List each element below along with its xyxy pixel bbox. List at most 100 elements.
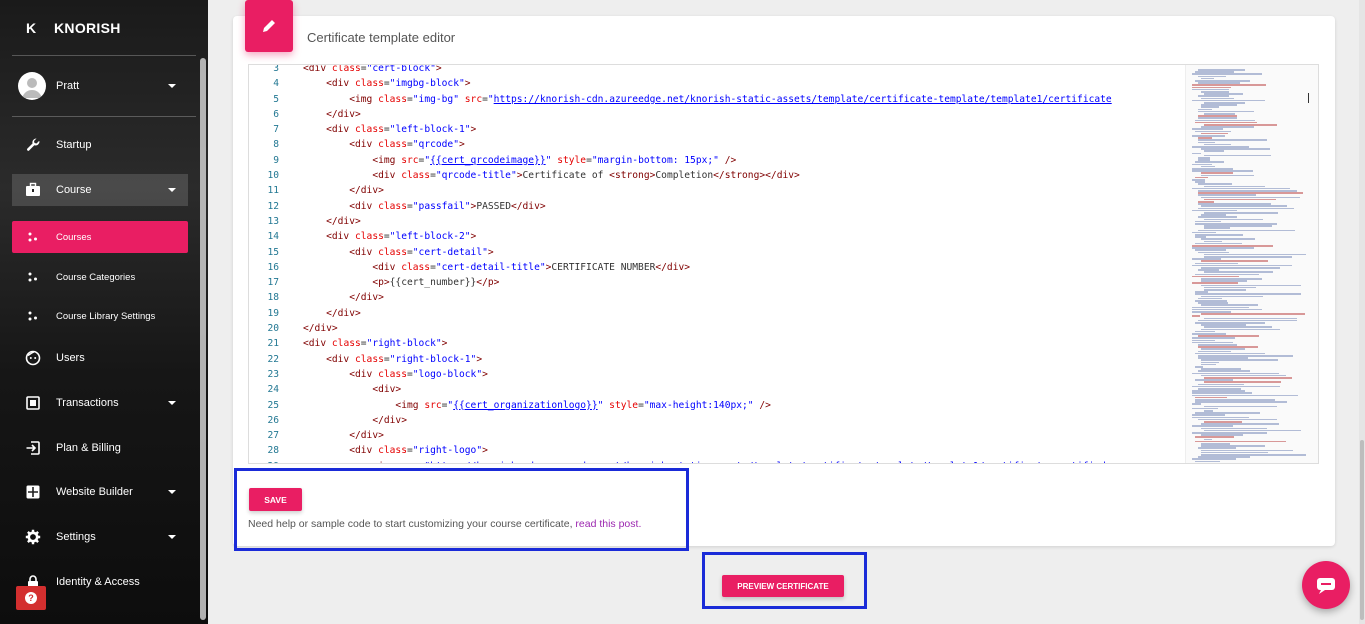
code-line[interactable]: 15 <div class="cert-detail">: [249, 245, 1189, 260]
line-number: 27: [267, 430, 279, 442]
code-line[interactable]: 6 </div>: [249, 107, 1189, 122]
sidebar-item-courses[interactable]: Courses: [12, 221, 188, 253]
sidebar-item-website-builder[interactable]: Website Builder: [12, 476, 188, 508]
minimap-line: [1204, 150, 1224, 152]
code-line[interactable]: 14 <div class="left-block-2">: [249, 229, 1189, 244]
code-lines[interactable]: 3 <div class="cert-block"> 4 <div class="i…: [249, 64, 1189, 463]
code-text: </div>: [326, 215, 361, 227]
code-line[interactable]: 29 <img src="https://knorish-cdn.azureed…: [249, 459, 1189, 463]
code-line[interactable]: 23 <div class="logo-block">: [249, 367, 1189, 382]
code-line[interactable]: 8 <div class="qrcode">: [249, 137, 1189, 152]
chevron-down-icon: [168, 535, 176, 539]
sidebar-item-course-library-settings[interactable]: Course Library Settings: [12, 300, 188, 332]
code-text: <img class="img-bg" src="https://knorish…: [349, 93, 1112, 105]
code-line[interactable]: 20 </div>: [249, 321, 1189, 336]
code-line[interactable]: 19 </div>: [249, 306, 1189, 321]
chevron-down-icon: [168, 490, 176, 494]
line-number: 23: [267, 368, 279, 380]
sidebar-item-plan-billing[interactable]: Plan & Billing: [12, 432, 188, 464]
code-line[interactable]: 28 <div class="right-logo">: [249, 443, 1189, 458]
code-text: <div class="cert-block">: [303, 64, 442, 74]
sidebar-item-settings[interactable]: Settings: [12, 521, 188, 553]
help-text: Need help or sample code to start custom…: [248, 518, 641, 530]
dots-icon: [24, 307, 42, 325]
brand-name: KNORISH: [54, 20, 121, 36]
face-icon: [24, 349, 42, 367]
minimap-line: [1192, 152, 1202, 155]
line-number: 10: [267, 170, 279, 182]
minimap-line: [1204, 289, 1247, 291]
chevron-down-icon: [168, 188, 176, 192]
line-number: 29: [249, 459, 279, 463]
code-text: </div>: [303, 323, 338, 335]
line-number: 5: [273, 93, 279, 105]
briefcase-icon: [24, 181, 42, 199]
sidebar-item-transactions[interactable]: Transactions: [12, 387, 188, 419]
code-line[interactable]: 16 <div class="cert-detail-title">CERTIF…: [249, 260, 1189, 275]
code-text: </div>: [326, 108, 361, 120]
code-line[interactable]: 22 <div class="right-block-1">: [249, 352, 1189, 367]
line-number: 22: [267, 353, 279, 365]
line-number: 26: [267, 414, 279, 426]
receipt-icon: [24, 394, 42, 412]
line-number: 7: [273, 124, 279, 136]
sidebar: K KNORISH Pratt Startup Course Courses C…: [0, 0, 208, 624]
read-post-link[interactable]: read this post.: [575, 518, 641, 530]
save-button[interactable]: SAVE: [249, 488, 302, 511]
code-text: </div>: [349, 185, 384, 197]
code-line[interactable]: 25 <img src="{{cert_organizationlogo}}" …: [249, 398, 1189, 413]
code-line[interactable]: 17 <p>{{cert_number}}</p>: [249, 275, 1189, 290]
code-line[interactable]: 5 <img class="img-bg" src="https://knori…: [249, 92, 1189, 107]
sidebar-scrollbar[interactable]: [200, 58, 206, 620]
code-line[interactable]: 10 <div class="qrcode-title">Certificate…: [249, 168, 1189, 183]
line-number: 19: [267, 307, 279, 319]
line-number: 4: [273, 78, 279, 90]
code-line[interactable]: 13 </div>: [249, 214, 1189, 229]
code-editor[interactable]: 3 <div class="cert-block"> 4 <div class="i…: [248, 64, 1319, 464]
code-line[interactable]: 4 <div class="imgbg-block">: [249, 76, 1189, 91]
code-line[interactable]: 7 <div class="left-block-1">: [249, 122, 1189, 137]
divider: [12, 55, 196, 56]
user-avatar-icon: [22, 78, 42, 98]
code-text: <div class="cert-detail">: [349, 246, 494, 258]
code-text: <div class="imgbg-block">: [326, 78, 471, 90]
code-text: <div class="left-block-1">: [326, 124, 477, 136]
sidebar-item-users[interactable]: Users: [12, 342, 188, 374]
sidebar-item-label: Courses: [56, 231, 92, 243]
code-line[interactable]: 21 <div class="right-block">: [249, 336, 1189, 351]
code-line[interactable]: 24 <div>: [249, 382, 1189, 397]
line-number: 20: [267, 323, 279, 335]
question-icon: ?: [25, 592, 37, 604]
code-line[interactable]: 9 <img src="{{cert_qrcodeimage}}" style=…: [249, 153, 1189, 168]
minimap-line: [1201, 313, 1306, 315]
brand[interactable]: K KNORISH: [0, 0, 208, 56]
page-scrollbar-thumb[interactable]: [1360, 440, 1364, 620]
code-minimap[interactable]: [1185, 65, 1318, 463]
code-line[interactable]: 27 </div>: [249, 428, 1189, 443]
sidebar-item-startup[interactable]: Startup: [12, 129, 188, 161]
chevron-down-icon: [168, 401, 176, 405]
chat-button[interactable]: [1302, 561, 1350, 609]
code-text: <div class="cert-detail-title">CERTIFICA…: [372, 261, 691, 273]
code-line[interactable]: 26 </div>: [249, 413, 1189, 428]
sidebar-item-course-categories[interactable]: Course Categories: [12, 261, 188, 293]
code-line[interactable]: 3 <div class="cert-block">: [249, 64, 1189, 76]
minimap-line: [1192, 403, 1202, 405]
line-number: 25: [267, 399, 279, 411]
chevron-down-icon: [168, 84, 176, 88]
line-number: 24: [267, 384, 279, 396]
code-line[interactable]: 11 </div>: [249, 183, 1189, 198]
sidebar-item-course[interactable]: Course: [12, 174, 188, 206]
line-number: 21: [267, 338, 279, 350]
code-text: <img src="https://knorish-cdn.azureedge.…: [303, 459, 1111, 463]
code-line[interactable]: 18 </div>: [249, 290, 1189, 305]
divider: [12, 116, 196, 117]
help-text-body: Need help or sample code to start custom…: [248, 518, 576, 530]
code-line[interactable]: 12 <div class="passfail">PASSED</div>: [249, 199, 1189, 214]
preview-certificate-button[interactable]: PREVIEW CERTIFICATE: [722, 575, 844, 597]
code-text: <div class="left-block-2">: [326, 231, 477, 243]
page-scrollbar[interactable]: [1359, 0, 1365, 624]
help-badge[interactable]: ?: [16, 586, 46, 610]
line-number: 15: [267, 246, 279, 258]
user-menu[interactable]: Pratt: [0, 70, 208, 102]
